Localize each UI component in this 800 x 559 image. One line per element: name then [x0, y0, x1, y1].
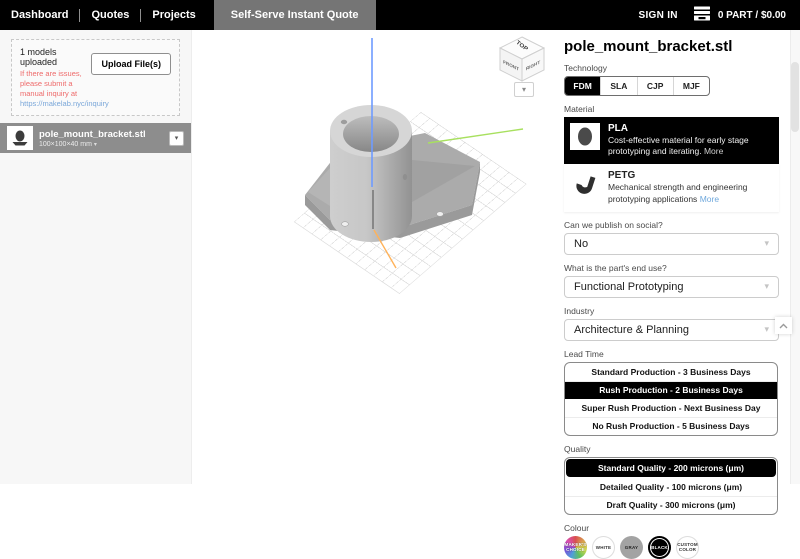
side-hole — [402, 174, 408, 180]
part-title: pole_mount_bracket.stl — [564, 38, 733, 55]
quality-option-draft[interactable]: Draft Quality - 300 microns (μm) — [565, 495, 777, 514]
colour-label: Colour — [564, 522, 590, 533]
colour-swatch-black[interactable]: BLACK — [648, 535, 671, 559]
social-publish-label: Can we publish on social? — [564, 219, 663, 230]
colour-swatches: MAKER'S CHOICE WHITE GRAY BLACK CUSTOM C… — [564, 535, 779, 559]
petg-material-icon — [570, 170, 600, 197]
model-thumbnail-icon — [12, 130, 28, 146]
material-name: PETG — [608, 170, 636, 182]
social-publish-select[interactable]: No ▾ — [564, 232, 779, 255]
manual-inquiry-note: If there are issues, please submit a man… — [20, 69, 82, 99]
lead-time-option-rush[interactable]: Rush Production - 2 Business Days — [565, 380, 777, 399]
technology-option-cjp[interactable]: CJP — [636, 77, 673, 95]
model-dimensions: 100×100×40 mm ▾ — [39, 140, 97, 148]
technology-option-fdm[interactable]: FDM — [565, 77, 601, 95]
material-list: PLA Cost-effective material for early st… — [564, 117, 779, 212]
scrollbar-thumb[interactable] — [791, 62, 799, 132]
upload-files-button[interactable]: Upload File(s) — [91, 53, 171, 75]
manual-inquiry-link[interactable]: https://makelab.nyc/inquiry — [20, 99, 109, 108]
top-navbar: Dashboard Quotes Projects Self-Serve Ins… — [0, 0, 800, 30]
scroll-up-button[interactable] — [775, 317, 792, 334]
view-options-button[interactable]: ▾ — [514, 82, 534, 97]
select-value: Architecture & Planning — [574, 323, 689, 336]
cylinder-bore — [343, 116, 399, 152]
upload-status: 1 models uploaded — [20, 47, 58, 67]
base-hole-right — [436, 211, 444, 217]
units-label: mm — [80, 140, 92, 148]
end-use-select[interactable]: Functional Prototyping ▾ — [564, 275, 779, 298]
material-option-pla[interactable]: PLA Cost-effective material for early st… — [564, 117, 779, 165]
material-description: Cost-effective material for early stage … — [608, 135, 749, 157]
rim-hole — [340, 119, 348, 125]
sign-in-button[interactable]: SIGN IN — [638, 10, 677, 21]
chevron-down-icon: ▾ — [764, 324, 769, 335]
model-render — [305, 38, 524, 269]
select-value: No — [574, 237, 589, 250]
material-label: Material — [564, 104, 595, 114]
material-texts: PETG Mechanical strength and engineering… — [608, 170, 773, 204]
technology-label: Technology — [564, 63, 608, 73]
cart-icon — [693, 6, 711, 24]
technology-option-mjf[interactable]: MJF — [672, 77, 709, 95]
material-more-link[interactable]: More — [700, 194, 719, 204]
units-caret-icon[interactable]: ▾ — [94, 142, 97, 148]
industry-label: Industry — [564, 305, 595, 316]
end-use-label: What is the part's end use? — [564, 262, 667, 273]
base-hole-left — [341, 221, 349, 227]
colour-swatch-white[interactable]: WHITE — [592, 535, 615, 559]
quality-option-standard[interactable]: Standard Quality - 200 microns (μm) — [566, 458, 776, 477]
industry-select[interactable]: Architecture & Planning ▾ — [564, 318, 779, 341]
panel-scrollbar[interactable] — [790, 30, 800, 484]
material-texts: PLA Cost-effective material for early st… — [608, 123, 773, 157]
nav-item-quotes[interactable]: Quotes — [80, 9, 140, 21]
nav-item-projects[interactable]: Projects — [141, 9, 206, 21]
material-option-petg[interactable]: PETG Mechanical strength and engineering… — [564, 164, 779, 212]
select-value: Functional Prototyping — [574, 280, 684, 293]
colour-swatch-custom-color[interactable]: CUSTOM COLOR — [676, 535, 699, 559]
lead-time-option-super-rush[interactable]: Super Rush Production - Next Business Da… — [565, 399, 777, 417]
nav-right-group: SIGN IN 0 PART / $0.00 — [638, 6, 800, 24]
upload-dropzone[interactable]: 1 models uploaded If there are issues, p… — [11, 39, 180, 117]
model-options-button[interactable]: ▾ — [169, 130, 184, 146]
technology-segmented-control: FDM SLA CJP MJF — [564, 76, 710, 96]
3d-viewport[interactable]: TOP FRONT RIGHT ▾ — [192, 30, 553, 484]
upload-texts: 1 models uploaded If there are issues, p… — [20, 47, 109, 108]
cart-summary: 0 PART / $0.00 — [717, 9, 786, 21]
quality-label: Quality — [564, 443, 591, 454]
model-filename: pole_mount_bracket.stl — [39, 128, 146, 140]
nav-item-dashboard[interactable]: Dashboard — [0, 9, 79, 21]
quality-option-detailed[interactable]: Detailed Quality - 100 microns (μm) — [565, 478, 777, 496]
nav-tab-self-serve-instant-quote[interactable]: Self-Serve Instant Quote — [213, 0, 376, 30]
material-name: PLA — [608, 123, 628, 134]
material-more-link[interactable]: More — [704, 146, 723, 156]
lead-time-option-no-rush[interactable]: No Rush Production - 5 Business Days — [565, 416, 777, 435]
x-axis — [427, 128, 524, 144]
view-cube[interactable]: TOP FRONT RIGHT — [498, 35, 546, 83]
pla-material-icon — [570, 123, 600, 150]
cart-button[interactable]: 0 PART / $0.00 — [693, 6, 786, 24]
lead-time-option-standard[interactable]: Standard Production - 3 Business Days — [565, 363, 777, 381]
model-list-item[interactable]: pole_mount_bracket.stl 100×100×40 mm ▾ ▾ — [0, 123, 191, 154]
quote-config-panel: pole_mount_bracket.stl Technology FDM SL… — [553, 30, 790, 559]
colour-swatch-gray[interactable]: GRAY — [620, 535, 643, 559]
lead-time-label: Lead Time — [564, 348, 604, 359]
chevron-down-icon: ▾ — [764, 281, 769, 292]
lead-time-list: Standard Production - 3 Business Days Ru… — [564, 361, 778, 436]
chevron-down-icon: ▾ — [764, 238, 769, 249]
model-thumbnail — [7, 126, 33, 151]
material-description: Mechanical strength and engineering prot… — [608, 182, 748, 204]
chevron-up-icon — [779, 323, 788, 328]
quality-list: Standard Quality - 200 microns (μm) Deta… — [564, 456, 778, 515]
models-sidebar: 1 models uploaded If there are issues, p… — [0, 30, 192, 484]
colour-swatch-makers-choice[interactable]: MAKER'S CHOICE — [564, 535, 587, 559]
technology-option-sla[interactable]: SLA — [600, 77, 636, 95]
model-texts: pole_mount_bracket.stl 100×100×40 mm ▾ — [39, 129, 146, 148]
